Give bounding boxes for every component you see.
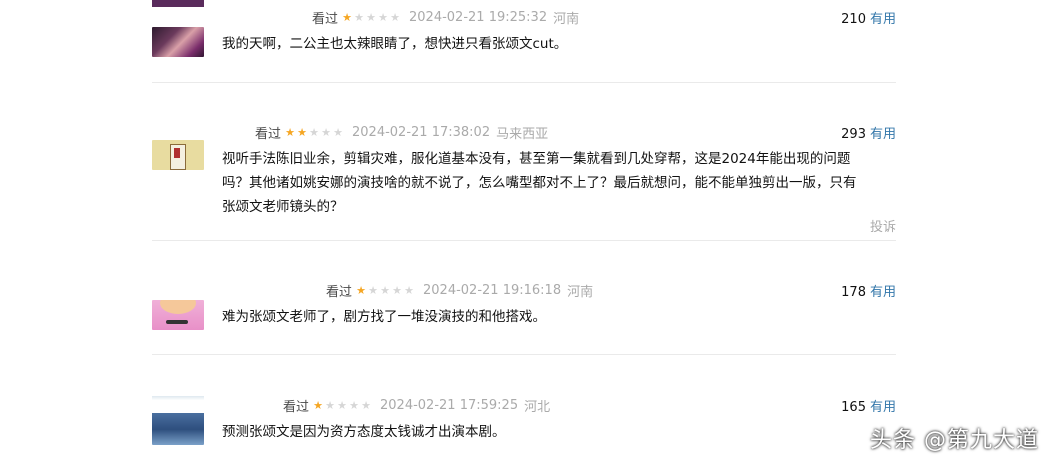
star-empty-icon: ★ — [404, 284, 414, 297]
comment-location: 河北 — [524, 400, 551, 415]
useful-button[interactable]: 有用 — [870, 285, 896, 300]
comment-text-line: 吗？其他诸如姚安娜的演技啥的就不说了，怎么嘴型都对不上了？最后就想问，能不能单独… — [222, 175, 857, 191]
comment-item: 看过 ★ ★ ★ ★ ★ 2024-02-21 19:16:18 河南 178 有用 难为… — [152, 268, 896, 354]
comment-meta: 看过 ★ ★ ★ ★ ★ 2024-02-21 17:38:02 马来西亚 — [255, 123, 548, 142]
star-empty-icon: ★ — [333, 126, 343, 139]
comment-text: 难为张颂文老师了，剧方找了一堆没演技的和他搭戏。 — [222, 309, 546, 325]
comment-feed: 看过 ★ ★ ★ ★ ★ 2024-02-21 19:25:32 河南 210 有用 我的… — [0, 0, 1053, 466]
divider — [152, 240, 896, 241]
star-rating: ★ ★ ★ ★ ★ — [284, 126, 344, 139]
divider — [152, 82, 896, 83]
star-empty-icon: ★ — [368, 284, 378, 297]
star-rating: ★ ★ ★ ★ ★ — [341, 11, 401, 24]
comment-location: 马来西亚 — [496, 127, 549, 142]
vote-count: 293 有用 — [841, 123, 896, 142]
comment-item: 看过 ★ ★ ★ ★ ★ 2024-02-21 17:59:25 河北 165 有用 预测… — [152, 383, 896, 466]
comment-meta: 看过 ★ ★ ★ ★ ★ 2024-02-21 17:59:25 河北 — [283, 396, 550, 415]
rating-label: 看过 — [326, 285, 353, 300]
rating-label: 看过 — [283, 400, 310, 415]
comment-location: 河南 — [567, 285, 594, 300]
star-filled-icon: ★ — [285, 126, 295, 139]
star-empty-icon: ★ — [349, 399, 359, 412]
star-empty-icon: ★ — [380, 284, 390, 297]
useful-button[interactable]: 有用 — [870, 12, 896, 27]
star-empty-icon: ★ — [361, 399, 371, 412]
useful-button[interactable]: 有用 — [870, 127, 896, 142]
star-filled-icon: ★ — [297, 126, 307, 139]
star-empty-icon: ★ — [309, 126, 319, 139]
star-empty-icon: ★ — [337, 399, 347, 412]
star-rating: ★ ★ ★ ★ ★ — [355, 284, 415, 297]
comment-meta: 看过 ★ ★ ★ ★ ★ 2024-02-21 19:25:32 河南 — [312, 8, 579, 27]
star-empty-icon: ★ — [354, 11, 364, 24]
avatar[interactable] — [152, 140, 204, 170]
star-filled-icon: ★ — [342, 11, 352, 24]
star-empty-icon: ★ — [392, 284, 402, 297]
comment-text-line: 张颂文老师镜头的？ — [222, 199, 344, 215]
comment-location: 河南 — [553, 12, 580, 27]
vote-count: 178 有用 — [841, 281, 896, 300]
comment-time: 2024-02-21 17:38:02 — [352, 125, 491, 140]
vote-number: 165 — [841, 400, 866, 415]
comment-time: 2024-02-21 17:59:25 — [380, 398, 519, 413]
star-empty-icon: ★ — [366, 11, 376, 24]
vote-number: 210 — [841, 12, 866, 27]
star-empty-icon: ★ — [321, 126, 331, 139]
vote-number: 178 — [841, 285, 866, 300]
star-empty-icon: ★ — [325, 399, 335, 412]
comment-text: 视听手法陈旧业余，剪辑灾难，服化道基本没有，甚至第一集就看到几处穿帮，这是202… — [222, 147, 892, 219]
rating-label: 看过 — [312, 12, 339, 27]
comment-time: 2024-02-21 19:25:32 — [409, 10, 548, 25]
avatar[interactable] — [152, 300, 204, 330]
vote-count: 165 有用 — [841, 396, 896, 415]
star-filled-icon: ★ — [313, 399, 323, 412]
rating-label: 看过 — [255, 127, 282, 142]
avatar[interactable] — [152, 393, 204, 445]
useful-button[interactable]: 有用 — [870, 400, 896, 415]
avatar[interactable] — [152, 27, 204, 57]
star-empty-icon: ★ — [390, 11, 400, 24]
star-empty-icon: ★ — [378, 11, 388, 24]
comment-item: 看过 ★ ★ ★ ★ ★ 2024-02-21 17:38:02 马来西亚 293 有用 … — [152, 110, 896, 240]
comment-item: 看过 ★ ★ ★ ★ ★ 2024-02-21 19:25:32 河南 210 有用 我的… — [152, 0, 896, 82]
report-button[interactable]: 投诉 — [870, 216, 896, 235]
vote-count: 210 有用 — [841, 8, 896, 27]
comment-meta: 看过 ★ ★ ★ ★ ★ 2024-02-21 19:16:18 河南 — [326, 281, 593, 300]
watermark: 头条 @第九大道 — [870, 428, 1039, 453]
comment-text: 预测张颂文是因为资方态度太钱诚才出演本剧。 — [222, 424, 506, 440]
divider — [152, 354, 896, 355]
vote-number: 293 — [841, 127, 866, 142]
star-filled-icon: ★ — [356, 284, 366, 297]
comment-text: 我的天啊，二公主也太辣眼睛了，想快进只看张颂文cut。 — [222, 36, 568, 52]
comment-time: 2024-02-21 19:16:18 — [423, 283, 562, 298]
star-rating: ★ ★ ★ ★ ★ — [312, 399, 372, 412]
comment-text-line: 视听手法陈旧业余，剪辑灾难，服化道基本没有，甚至第一集就看到几处穿帮，这是202… — [222, 151, 851, 167]
